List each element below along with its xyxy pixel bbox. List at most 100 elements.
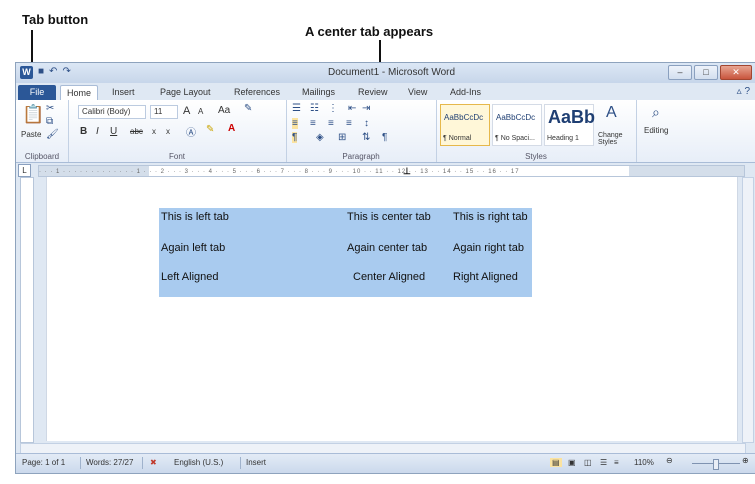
insert-mode[interactable]: Insert <box>246 458 266 467</box>
tab-mailings[interactable]: Mailings <box>296 85 341 100</box>
style-no-spacing[interactable]: AaBbCcDc ¶ No Spaci... <box>492 104 542 146</box>
find-icon[interactable]: ⌕ <box>652 104 660 121</box>
row2-right[interactable]: Again right tab <box>453 242 524 254</box>
draft-icon[interactable]: ≡ <box>614 458 619 467</box>
close-icon[interactable]: ✕ <box>720 65 752 80</box>
print-layout-icon[interactable]: ▤ <box>550 458 562 467</box>
status-bar: Page: 1 of 1 Words: 27/27 ✖ English (U.S… <box>16 453 755 473</box>
redo-icon[interactable]: ↷ <box>62 66 70 79</box>
row3-left[interactable]: Left Aligned <box>161 271 219 283</box>
row1-left[interactable]: This is left tab <box>161 211 229 223</box>
tab-view[interactable]: View <box>402 85 433 100</box>
bold-button[interactable]: B <box>80 126 87 137</box>
line-spacing-icon[interactable]: ↕ <box>364 118 369 129</box>
help-icon[interactable]: ▵ ? <box>737 86 750 97</box>
tab-references[interactable]: References <box>228 85 286 100</box>
outline-icon[interactable]: ☰ <box>600 458 607 467</box>
status-divider <box>240 457 241 469</box>
center-tab-stop-icon[interactable]: ⊥ <box>403 166 411 176</box>
align-right-icon[interactable]: ≡ <box>328 118 334 129</box>
tab-file[interactable]: File <box>18 85 56 100</box>
word-count[interactable]: Words: 27/27 <box>86 458 133 467</box>
text-effects-icon[interactable]: Ⓐ <box>186 124 196 139</box>
change-styles-icon[interactable]: A <box>606 104 617 122</box>
font-family-select[interactable]: Calibri (Body) <box>78 105 146 119</box>
sort-icon[interactable]: ⇅ <box>362 132 370 143</box>
clear-formatting-icon[interactable]: ✎ <box>244 103 252 114</box>
tab-home[interactable]: Home <box>60 85 99 101</box>
borders-icon[interactable]: ⊞ <box>338 132 346 143</box>
tab-selector-button[interactable]: L <box>18 164 31 177</box>
row3-right[interactable]: Right Aligned <box>453 271 518 283</box>
subscript-button[interactable]: x <box>152 127 156 136</box>
shrink-font-button[interactable]: A <box>198 107 203 116</box>
row2-center[interactable]: Again center tab <box>347 242 427 254</box>
vertical-ruler[interactable] <box>20 177 34 443</box>
align-center-icon[interactable]: ≡ <box>310 118 316 129</box>
save-icon[interactable]: ■ <box>38 66 44 79</box>
italic-button[interactable]: I <box>96 126 99 137</box>
tab-insert[interactable]: Insert <box>106 85 141 100</box>
multilevel-list-icon[interactable]: ⋮ <box>328 103 338 114</box>
font-group: Calibri (Body) 11 A A Aa ✎ B I U abc x x… <box>68 100 287 162</box>
decrease-indent-icon[interactable]: ⇤ <box>348 103 356 114</box>
numbering-icon[interactable]: ☷ <box>310 103 319 114</box>
proofing-icon[interactable]: ✖ <box>150 458 157 467</box>
row1-center[interactable]: This is center tab <box>347 211 431 223</box>
style-heading-1[interactable]: AaBb Heading 1 <box>544 104 595 146</box>
editing-label[interactable]: Editing <box>644 126 668 135</box>
horizontal-ruler[interactable]: · · · 1 · · · · · · · · · · · · · 1 · · … <box>38 165 745 177</box>
full-screen-icon[interactable]: ▣ <box>568 458 576 467</box>
minimize-icon[interactable]: – <box>668 65 692 80</box>
style-no-spacing-name: ¶ No Spaci... <box>495 135 535 142</box>
cut-icon[interactable]: ✂ <box>46 103 54 114</box>
ltr-icon[interactable]: ¶ <box>292 132 298 143</box>
show-marks-icon[interactable]: ¶ <box>382 132 387 143</box>
quick-access-toolbar: W ■ ↶ ↷ <box>20 66 71 79</box>
grow-font-button[interactable]: A <box>183 105 190 117</box>
align-left-icon[interactable]: ≡ <box>292 118 298 129</box>
superscript-button[interactable]: x <box>166 127 170 136</box>
title-bar: W ■ ↶ ↷ Document1 - Microsoft Word – □ ✕ <box>16 63 755 83</box>
zoom-out-icon[interactable]: ⊖ <box>666 456 673 465</box>
undo-icon[interactable]: ↶ <box>49 66 57 79</box>
change-styles-label[interactable]: Change Styles <box>598 132 634 146</box>
row2-left[interactable]: Again left tab <box>161 242 225 254</box>
change-case-button[interactable]: Aa <box>218 105 230 116</box>
document-page[interactable]: This is left tab This is center tab This… <box>46 177 738 441</box>
style-normal[interactable]: AaBbCcDc ¶ Normal <box>440 104 490 146</box>
style-no-spacing-sample: AaBbCcDc <box>496 113 536 122</box>
increase-indent-icon[interactable]: ⇥ <box>362 103 370 114</box>
clipboard-group-label: Clipboard <box>24 152 60 161</box>
maximize-icon[interactable]: □ <box>694 65 718 80</box>
vertical-scrollbar[interactable] <box>742 177 754 443</box>
row3-center[interactable]: Center Aligned <box>353 271 425 283</box>
format-painter-icon[interactable]: 🖌 <box>46 129 59 140</box>
paste-icon[interactable]: 📋 <box>22 104 44 125</box>
justify-icon[interactable]: ≡ <box>346 118 352 129</box>
web-layout-icon[interactable]: ◫ <box>584 458 592 467</box>
paste-label[interactable]: Paste <box>21 130 41 139</box>
styles-group: AaBbCcDc ¶ Normal AaBbCcDc ¶ No Spaci...… <box>436 100 637 162</box>
bullets-icon[interactable]: ☰ <box>292 103 301 114</box>
page-count[interactable]: Page: 1 of 1 <box>22 458 65 467</box>
row1-right[interactable]: This is right tab <box>453 211 528 223</box>
window-title: Document1 - Microsoft Word <box>328 67 456 78</box>
document-area: This is left tab This is center tab This… <box>36 177 744 441</box>
copy-icon[interactable]: ⧉ <box>46 116 53 127</box>
strikethrough-button[interactable]: abc <box>130 127 143 136</box>
tab-page-layout[interactable]: Page Layout <box>154 85 217 100</box>
shading-icon[interactable]: ◈ <box>316 132 324 143</box>
highlight-icon[interactable]: ✎ <box>206 124 214 135</box>
word-logo-icon[interactable]: W <box>20 66 33 79</box>
zoom-slider-thumb[interactable] <box>713 459 719 470</box>
language-indicator[interactable]: English (U.S.) <box>174 458 223 467</box>
tab-review[interactable]: Review <box>352 85 394 100</box>
zoom-level[interactable]: 110% <box>634 458 654 467</box>
underline-button[interactable]: U <box>110 126 117 137</box>
tab-add-ins[interactable]: Add-Ins <box>444 85 487 100</box>
zoom-in-icon[interactable]: ⊕ <box>742 456 749 465</box>
font-size-select[interactable]: 11 <box>150 105 178 119</box>
paragraph-group-label: Paragraph <box>342 152 380 161</box>
font-color-icon[interactable]: A <box>228 123 235 134</box>
